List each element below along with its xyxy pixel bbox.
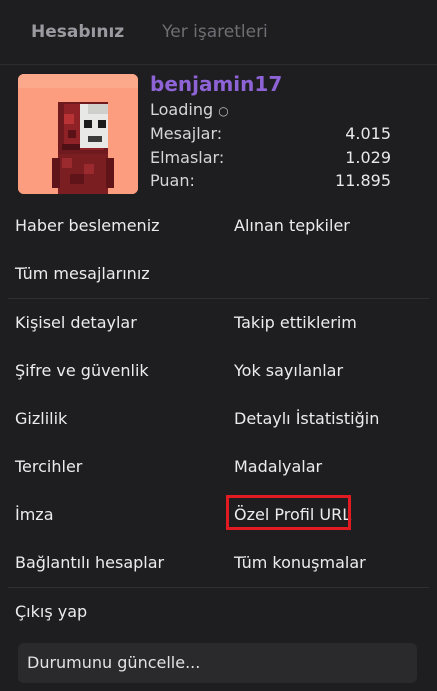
menu-item-all-conversations[interactable]: Tüm konuşmalar <box>234 539 366 587</box>
menu-item-medals[interactable]: Madalyalar <box>234 443 322 491</box>
menu-row: Tüm mesajlarınız <box>0 250 437 298</box>
menu-row: Gizlilik Detaylı İstatistiğin <box>0 395 437 443</box>
profile-card: benjamin17 Loading ○ Mesajlar: 4.015 Elm… <box>0 64 437 202</box>
menu-row: Şifre ve güvenlik Yok sayılanlar <box>0 347 437 395</box>
spinner-icon: ○ <box>218 104 229 118</box>
menu-item-all-posts[interactable]: Tüm mesajlarınız <box>15 250 150 298</box>
stat-points: Puan: 11.895 <box>150 171 391 190</box>
menu-item-privacy[interactable]: Gizlilik <box>15 395 67 443</box>
menu-item-password-security[interactable]: Şifre ve güvenlik <box>15 347 149 395</box>
stat-label: Mesajlar: <box>150 124 223 143</box>
menu-row: Bağlantılı hesaplar Tüm konuşmalar <box>0 539 437 587</box>
menu-item-following[interactable]: Takip ettiklerim <box>234 299 357 347</box>
menu-item-connected-accounts[interactable]: Bağlantılı hesaplar <box>15 539 164 587</box>
menu-row: Kişisel detaylar Takip ettiklerim <box>0 299 437 347</box>
menu-row: İmza Özel Profil URL <box>0 491 437 539</box>
menu-row: Haber beslemeniz Alınan tepkiler <box>0 202 437 250</box>
loading-text: Loading <box>150 100 214 119</box>
tab-account[interactable]: Hesabınız <box>31 22 124 42</box>
menu-item-detailed-stats[interactable]: Detaylı İstatistiğin <box>234 395 379 443</box>
menu-item-signature[interactable]: İmza <box>15 491 54 539</box>
stat-messages: Mesajlar: 4.015 <box>150 124 391 143</box>
menu-item-ignored[interactable]: Yok sayılanlar <box>234 347 343 395</box>
stat-label: Elmaslar: <box>150 148 225 167</box>
account-menu: Haber beslemeniz Alınan tepkiler Tüm mes… <box>0 202 437 636</box>
stat-label: Puan: <box>150 171 195 190</box>
stat-value: 11.895 <box>335 171 391 190</box>
menu-item-reactions-received[interactable]: Alınan tepkiler <box>234 202 350 250</box>
menu-item-preferences[interactable]: Tercihler <box>15 443 82 491</box>
highlight-box <box>226 495 351 530</box>
status-update-input[interactable]: Durumunu güncelle... <box>18 643 417 683</box>
stat-value: 1.029 <box>345 148 391 167</box>
username[interactable]: benjamin17 <box>150 72 282 96</box>
account-menu-panel: Hesabınız Yer işaretleri benjamin17 Load… <box>0 0 437 691</box>
menu-row: Çıkış yap <box>0 588 437 636</box>
menu-tabs: Hesabınız Yer işaretleri <box>0 0 437 65</box>
tab-bookmarks[interactable]: Yer işaretleri <box>162 22 268 42</box>
menu-item-news-feed[interactable]: Haber beslemeniz <box>15 202 160 250</box>
menu-row: Tercihler Madalyalar <box>0 443 437 491</box>
avatar[interactable] <box>18 74 138 194</box>
menu-item-logout[interactable]: Çıkış yap <box>15 588 87 636</box>
avatar-image <box>18 74 138 194</box>
stat-diamonds: Elmaslar: 1.029 <box>150 148 391 167</box>
stat-value: 4.015 <box>345 124 391 143</box>
loading-status: Loading ○ <box>150 100 229 119</box>
menu-item-personal-details[interactable]: Kişisel detaylar <box>15 299 137 347</box>
